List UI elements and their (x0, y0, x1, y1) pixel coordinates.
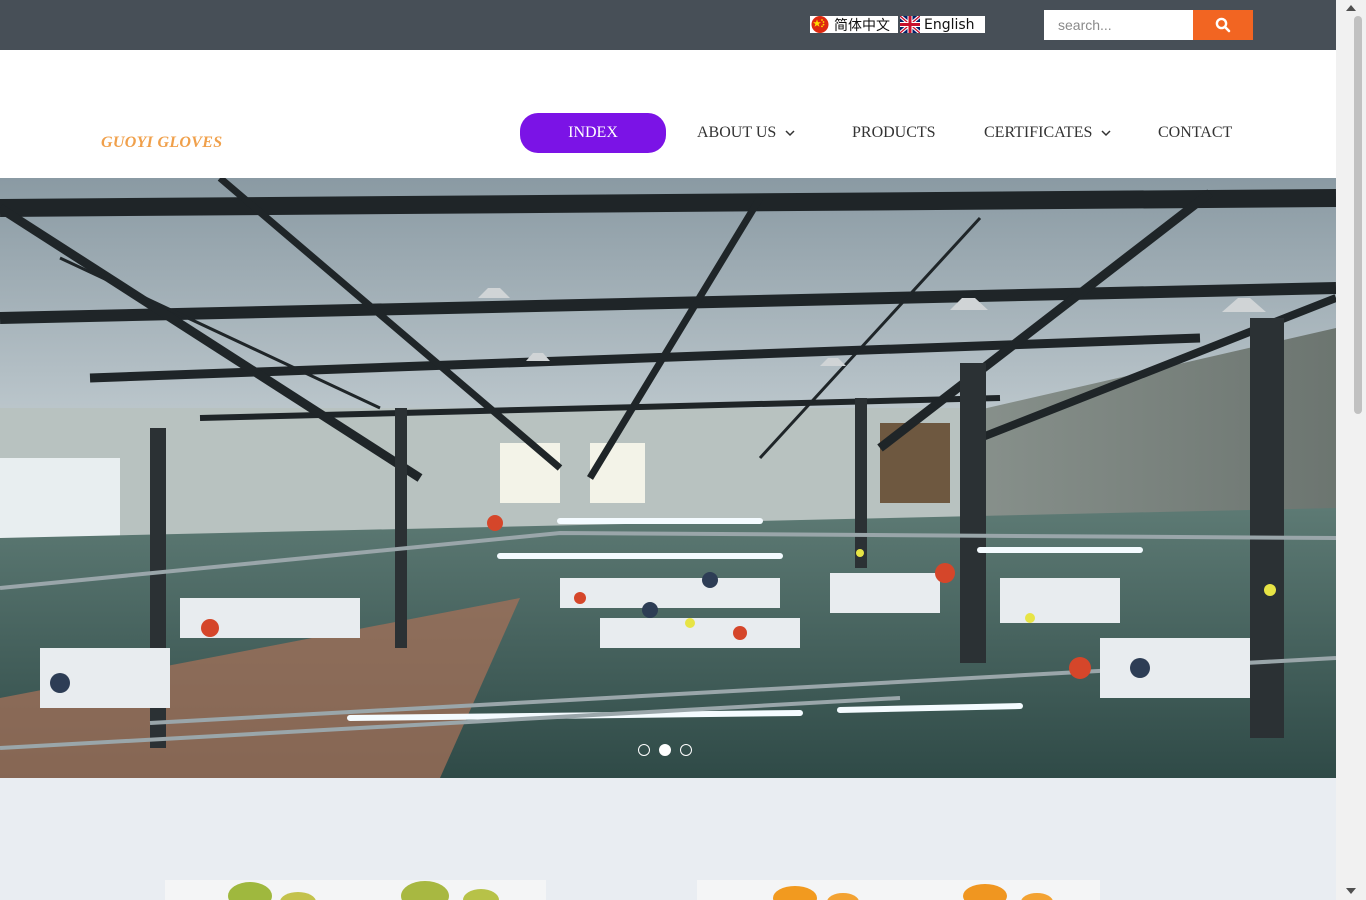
language-english[interactable]: English (900, 16, 985, 33)
search-button[interactable] (1193, 10, 1253, 40)
search-icon (1215, 17, 1231, 33)
top-bar: 简体中文 English (0, 0, 1336, 50)
language-chinese-label: 简体中文 (834, 17, 890, 34)
chevron-down-icon (785, 130, 795, 136)
slide-dot[interactable] (638, 744, 650, 756)
language-chinese[interactable]: 简体中文 (810, 16, 898, 34)
product-image (773, 884, 1053, 900)
product-card[interactable] (165, 880, 546, 900)
uk-flag-icon (900, 16, 920, 33)
nav-certificates[interactable]: CERTIFICATES (984, 113, 1111, 153)
site-header: GUOYI GLOVES INDEX ABOUT US PRODUCTS CER… (0, 50, 1336, 178)
nav-index-label: INDEX (568, 124, 618, 141)
products-section (0, 778, 1336, 900)
nav-contact[interactable]: CONTACT (1158, 113, 1232, 153)
site-logo[interactable]: GUOYI GLOVES (101, 134, 222, 152)
nav-index[interactable]: INDEX (520, 113, 666, 153)
nav-about-us[interactable]: ABOUT US (697, 113, 795, 153)
product-card[interactable] (697, 880, 1100, 900)
product-image (228, 881, 499, 900)
search-input[interactable] (1044, 10, 1193, 40)
nav-products[interactable]: PRODUCTS (852, 113, 936, 153)
china-flag-icon (811, 16, 829, 33)
slider-dots (638, 744, 692, 756)
scroll-down-icon[interactable] (1346, 888, 1356, 894)
nav-contact-label: CONTACT (1158, 124, 1233, 141)
hero-image-factory (0, 178, 1336, 778)
slide-dot-active[interactable] (659, 744, 671, 756)
scroll-up-icon[interactable] (1346, 5, 1356, 11)
nav-about-us-label: ABOUT US (697, 124, 777, 141)
scroll-thumb[interactable] (1354, 16, 1362, 414)
chevron-down-icon (1101, 130, 1111, 136)
slide-dot[interactable] (680, 744, 692, 756)
language-english-label: English (924, 16, 975, 33)
nav-certificates-label: CERTIFICATES (984, 124, 1093, 141)
nav-products-label: PRODUCTS (852, 124, 936, 141)
hero-slider[interactable] (0, 178, 1336, 778)
page-scrollbar[interactable] (1336, 0, 1366, 900)
